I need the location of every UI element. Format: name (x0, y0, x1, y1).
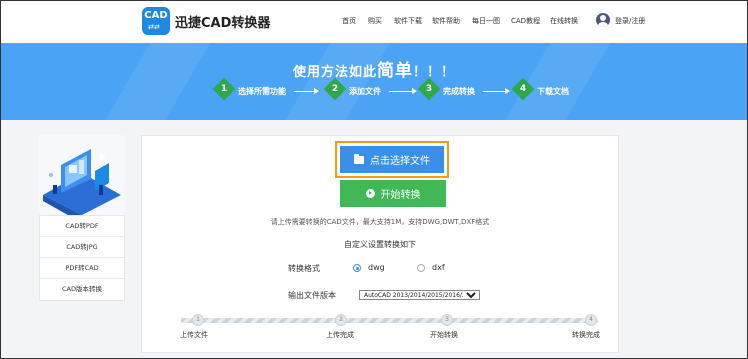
banner-step-label: 完成转换 (443, 87, 475, 96)
upload-hint: 请上传需要转换的CAD文件，最大支持1M，支持DWG,DWT,DXF格式 (270, 218, 490, 226)
progress-label-done: 转换完成 (572, 331, 600, 339)
version-select[interactable]: AutoCAD 2013/2014/2015/2016/2017 (359, 290, 480, 300)
settings-title: 自定义设置转换如下 (344, 240, 416, 249)
progress-label-upload: 上传文件 (180, 331, 208, 339)
folder-upload-icon (354, 153, 364, 164)
banner-step-label: 下载文档 (537, 87, 569, 96)
nav-online[interactable]: 在线转换 (550, 16, 578, 26)
progress-track (181, 318, 598, 323)
start-convert-button[interactable]: 开始转换 (340, 180, 446, 207)
logo-text: CAD (144, 10, 168, 21)
format-option-dxf[interactable]: dxf (432, 263, 445, 272)
banner-step-badge: 1 (212, 77, 236, 101)
banner-step-badge: 3 (417, 77, 441, 101)
format-radio-dwg[interactable] (353, 264, 361, 272)
sidebar-item-cad-to-pdf[interactable]: CAD转PDF (40, 216, 124, 237)
nav-buy[interactable]: 购买 (368, 16, 382, 26)
select-file-button[interactable]: 点击选择文件 (340, 146, 444, 173)
version-label: 输出文件版本 (288, 291, 336, 300)
slogan-emphasis: 简单 (377, 61, 413, 81)
format-option-dwg[interactable]: dwg (368, 263, 385, 272)
banner-slogan: 使用方法如此简单！！！ (1, 56, 747, 81)
nav-download[interactable]: 软件下载 (394, 16, 422, 26)
sidebar-item-cad-to-jpg[interactable]: CAD转JPG (40, 237, 124, 258)
progress-node: 2 (335, 314, 347, 326)
login-register-link[interactable]: 登录/注册 (615, 16, 645, 26)
progress-label-start: 开始转换 (430, 331, 458, 339)
banner-step-badge: 4 (511, 77, 535, 101)
sidebar-item-version-convert[interactable]: CAD版本转换 (40, 279, 124, 300)
select-file-label: 点击选择文件 (370, 156, 430, 167)
progress-node: 4 (585, 314, 597, 326)
sidebar-item-pdf-to-cad[interactable]: PDF转CAD (40, 258, 124, 279)
sidebar-illustration (39, 135, 125, 215)
banner-step-label: 添加文件 (349, 87, 381, 96)
cad-logo-icon[interactable]: CAD ⇄⇄ (142, 7, 170, 35)
user-avatar-icon[interactable] (596, 13, 610, 27)
progress-node: 1 (192, 314, 204, 326)
sidebar-menu: CAD转PDF CAD转JPG PDF转CAD CAD版本转换 (39, 215, 125, 301)
logo-arrows-icon: ⇄⇄ (148, 23, 160, 31)
banner-step-badge: 2 (323, 77, 347, 101)
nav-help[interactable]: 软件帮助 (432, 16, 460, 26)
brand-name[interactable]: 迅捷CAD转换器 (175, 12, 270, 31)
banner-step-arrow (294, 88, 319, 94)
nav-home[interactable]: 首页 (342, 16, 356, 26)
banner-step-arrow (483, 88, 510, 94)
start-convert-label: 开始转换 (380, 190, 421, 201)
format-label: 转换格式 (288, 264, 320, 273)
nav-tutorial[interactable]: CAD教程 (511, 16, 540, 26)
banner-step-arrow (389, 88, 417, 94)
nav-daily[interactable]: 每日一图 (472, 16, 500, 26)
slogan-suffix: ！！！ (413, 65, 456, 80)
banner: 使用方法如此简单！！！ (1, 43, 747, 120)
banner-step-label: 选择所需功能 (238, 87, 286, 96)
play-circle-icon (365, 189, 375, 198)
progress-node: 3 (441, 314, 453, 326)
progress-label-uploaded: 上传完成 (326, 331, 354, 339)
format-radio-dxf[interactable] (417, 264, 425, 272)
